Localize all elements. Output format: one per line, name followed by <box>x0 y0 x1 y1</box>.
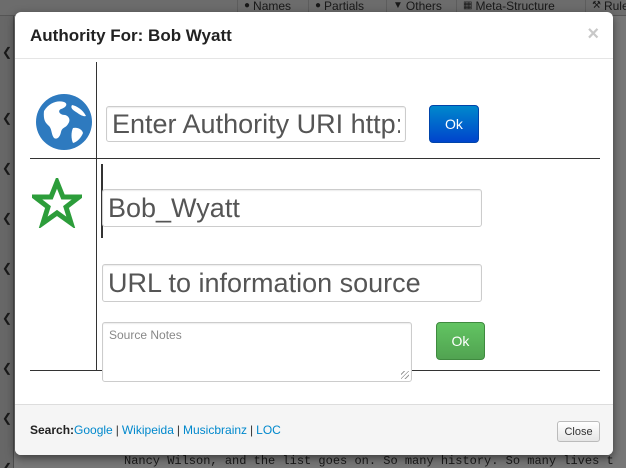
musicbrainz-link[interactable]: Musicbrainz <box>183 423 247 437</box>
link-separator: | <box>250 423 254 437</box>
authority-ok-button[interactable]: Ok <box>429 105 479 143</box>
google-link[interactable]: Google <box>74 423 113 437</box>
wikipedia-link[interactable]: Wikipeida <box>122 423 174 437</box>
star-icon <box>32 178 82 228</box>
globe-icon <box>36 94 92 150</box>
divider-vertical-bottom <box>96 158 97 370</box>
name-input[interactable] <box>102 189 482 227</box>
resize-handle-icon[interactable] <box>401 371 409 379</box>
link-separator: | <box>176 423 181 437</box>
link-separator: | <box>115 423 119 437</box>
close-icon[interactable]: × <box>587 24 599 44</box>
authority-modal: Authority For: Bob Wyatt × Ok Ok Search:… <box>15 12 613 455</box>
divider-vertical-top <box>96 62 97 158</box>
authority-uri-input[interactable] <box>106 106 406 142</box>
modal-footer: Search:Google | Wikipeida | Musicbrainz | LOC … <box>15 404 613 455</box>
source-notes-textarea[interactable] <box>102 322 412 382</box>
close-button[interactable]: Close <box>557 421 600 442</box>
modal-title: Authority For: Bob Wyatt <box>30 26 232 45</box>
loc-link[interactable]: LOC <box>256 423 281 437</box>
local-ok-button[interactable]: Ok <box>436 322 485 360</box>
search-links: Search:Google | Wikipeida | Musicbrainz | LOC <box>30 423 281 437</box>
source-url-input[interactable] <box>102 264 482 302</box>
modal-header: Authority For: Bob Wyatt × <box>15 12 613 59</box>
divider-horizontal <box>30 158 600 159</box>
search-label: Search: <box>30 423 75 437</box>
modal-body: Ok Ok <box>15 60 613 404</box>
